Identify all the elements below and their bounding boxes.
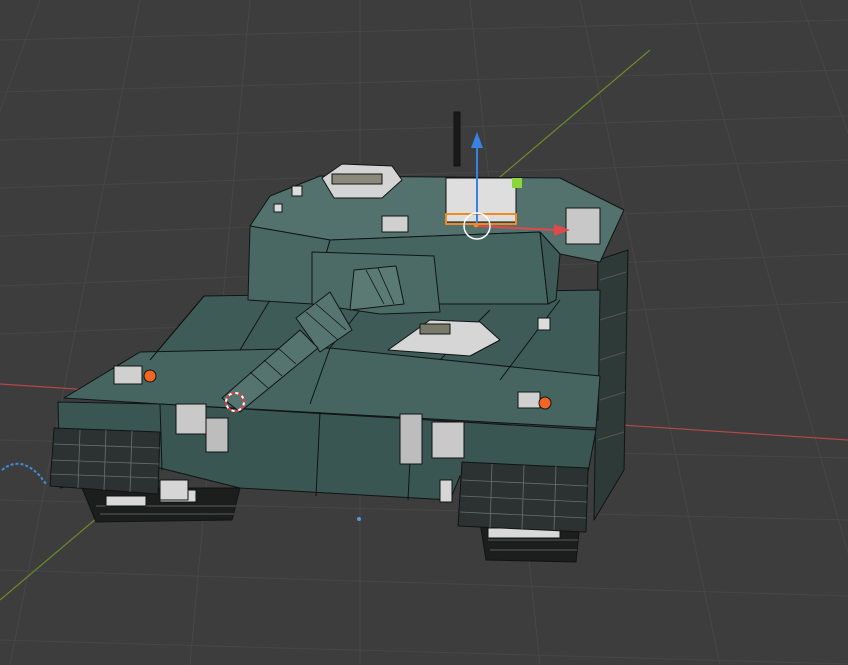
origin-marker[interactable] [143,369,157,383]
light-helper[interactable] [1,462,47,485]
front-bracket[interactable] [159,479,189,501]
tank-model[interactable] [49,111,629,563]
tow-hook-right[interactable] [399,413,423,465]
antenna[interactable] [453,111,461,167]
cupola-vision-block[interactable] [331,173,383,185]
periscope[interactable] [381,215,409,233]
smoke-launcher-right[interactable] [431,421,465,459]
tow-hook-left[interactable] [205,417,229,453]
gizmo-z-arrow-icon[interactable] [471,132,483,148]
hatch-handle [419,323,451,335]
empty-dot[interactable] [357,517,361,521]
viewport-canvas[interactable] [0,0,848,665]
rear-box[interactable] [565,207,601,245]
gun-mantlet[interactable] [349,265,405,311]
turret-bolt-2 [273,203,283,213]
smoke-launcher-left[interactable] [175,403,207,435]
turret-bolt-3 [537,317,551,331]
tow-shackle[interactable] [439,479,453,503]
3d-viewport[interactable] [0,0,848,665]
selected-sight-box[interactable] [445,177,522,225]
object-origin-dot [473,222,479,228]
turret-bolt-1 [291,185,303,197]
